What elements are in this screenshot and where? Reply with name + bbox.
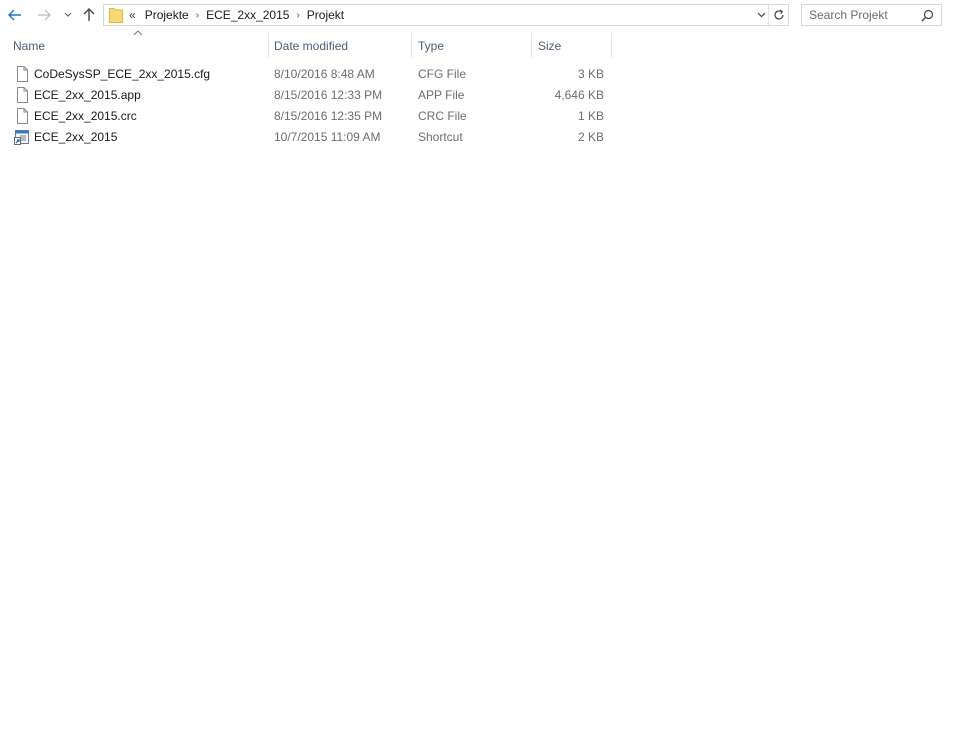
file-size: 4,646 KB	[554, 88, 604, 102]
refresh-icon	[773, 9, 784, 20]
folder-icon	[109, 7, 123, 23]
file-type: CFG File	[418, 67, 466, 81]
breadcrumb-projekte[interactable]: Projekte	[142, 8, 192, 22]
file-type: CRC File	[418, 109, 467, 123]
shortcut-icon	[14, 129, 30, 145]
breadcrumb-separator[interactable]: ›	[292, 10, 303, 21]
file-name: CoDeSysSP_ECE_2xx_2015.cfg	[34, 67, 211, 81]
forward-button[interactable]	[34, 4, 54, 26]
file-date-modified: 8/15/2016 12:35 PM	[274, 109, 383, 123]
file-size: 3 KB	[577, 67, 604, 81]
breadcrumb-projekt[interactable]: Projekt	[304, 8, 347, 22]
column-header-type[interactable]: Type	[412, 34, 532, 58]
file-row[interactable]: ECE_2xx_2015 10/7/2015 11:09 AM Shortcut…	[0, 127, 612, 148]
file-date-modified: 10/7/2015 11:09 AM	[274, 130, 381, 144]
file-size: 1 KB	[577, 109, 604, 123]
search-input[interactable]	[802, 8, 917, 22]
file-row[interactable]: ECE_2xx_2015.crc 8/15/2016 12:35 PM CRC …	[0, 106, 612, 127]
refresh-button[interactable]	[768, 5, 788, 25]
address-bar[interactable]: « Projekte › ECE_2xx_2015 › Projekt	[103, 4, 789, 26]
search-icon[interactable]	[917, 9, 937, 22]
file-date-modified: 8/15/2016 12:33 PM	[274, 88, 383, 102]
file-name: ECE_2xx_2015	[34, 130, 118, 144]
address-history-button[interactable]	[754, 5, 768, 25]
column-header-name[interactable]: Name	[7, 34, 269, 58]
column-header-date-modified[interactable]: Date modified	[268, 34, 412, 58]
file-type: Shortcut	[418, 130, 463, 144]
file-list: CoDeSysSP_ECE_2xx_2015.cfg 8/10/2016 8:4…	[0, 64, 612, 148]
column-header-row: Name Date modified Type Size	[0, 34, 612, 58]
breadcrumb-separator[interactable]: ›	[192, 10, 203, 21]
navigation-bar: « Projekte › ECE_2xx_2015 › Projekt	[0, 0, 955, 30]
breadcrumb-overflow[interactable]: «	[129, 8, 136, 22]
file-icon	[14, 108, 30, 124]
column-header-size[interactable]: Size	[532, 34, 612, 58]
up-arrow-icon	[83, 8, 95, 21]
file-name: ECE_2xx_2015.app	[34, 88, 141, 102]
file-row[interactable]: CoDeSysSP_ECE_2xx_2015.cfg 8/10/2016 8:4…	[0, 64, 612, 85]
file-icon	[14, 87, 30, 103]
file-icon	[14, 66, 30, 82]
file-size: 2 KB	[577, 130, 604, 144]
up-button[interactable]	[79, 4, 99, 26]
file-date-modified: 8/10/2016 8:48 AM	[274, 67, 375, 81]
file-type: APP File	[418, 88, 465, 102]
forward-arrow-icon	[38, 9, 51, 21]
back-arrow-icon	[8, 9, 21, 21]
chevron-down-icon	[64, 12, 72, 17]
breadcrumb-ece-2xx-2015[interactable]: ECE_2xx_2015	[203, 8, 292, 22]
search-box[interactable]	[801, 4, 942, 26]
file-row[interactable]: ECE_2xx_2015.app 8/15/2016 12:33 PM APP …	[0, 85, 612, 106]
back-button[interactable]	[5, 4, 25, 26]
chevron-down-icon	[757, 12, 765, 18]
file-name: ECE_2xx_2015.crc	[34, 109, 137, 123]
recent-locations-button[interactable]	[61, 4, 75, 26]
